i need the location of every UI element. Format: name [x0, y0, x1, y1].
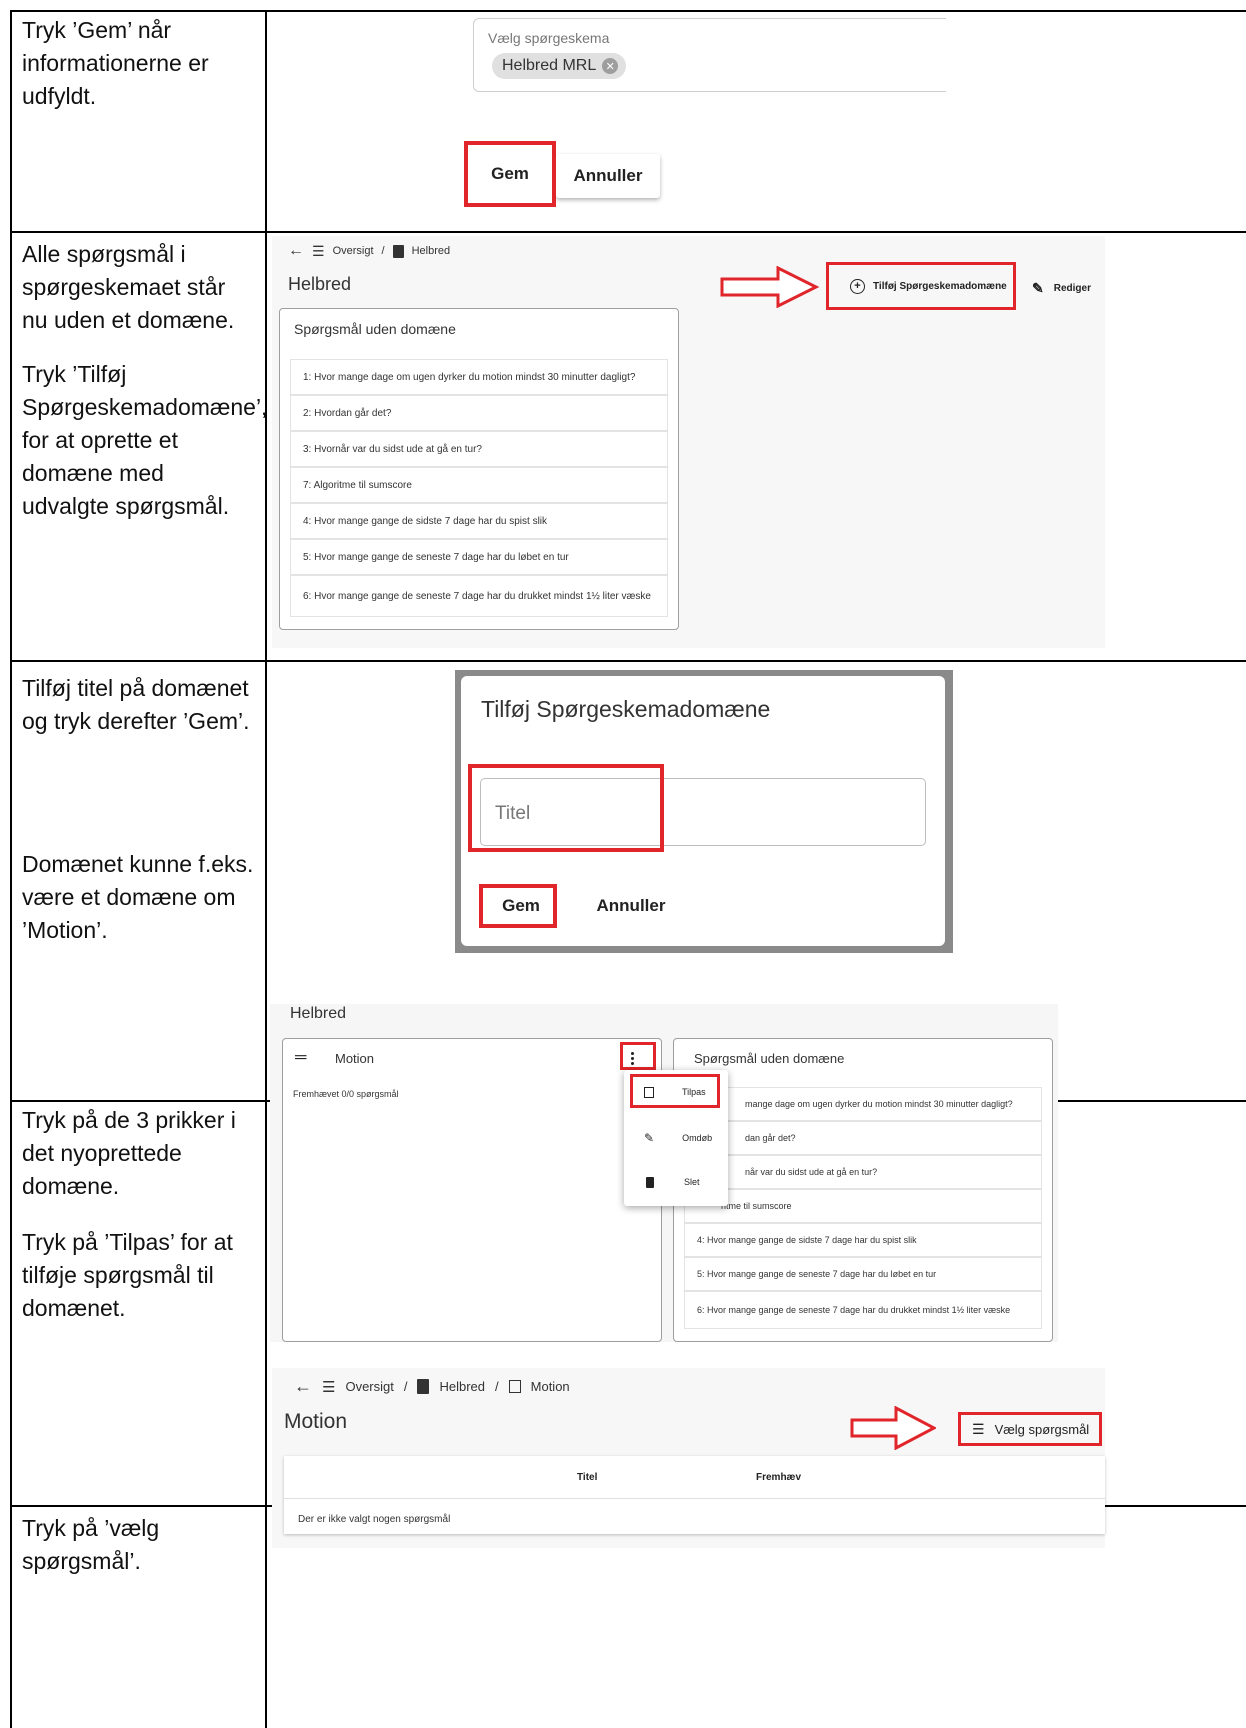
highlight-title-input [468, 764, 664, 852]
field-label: Vælg spørgeskema [488, 30, 610, 46]
card-title: Spørgsmål uden domæne [694, 1051, 845, 1066]
questions-table: Titel Fremhæv Der er ikke valgt nogen sp… [284, 1456, 1105, 1534]
trash-icon [646, 1176, 654, 1188]
highlight-more-button [620, 1042, 656, 1070]
checklist-icon [508, 1380, 521, 1393]
question-row[interactable]: når var du sidst ude at gå en tur? [684, 1155, 1042, 1189]
highlight-dialog-save [479, 884, 557, 928]
menu-label-slet: Slet [684, 1177, 700, 1187]
breadcrumb-oversigt[interactable]: Oversigt [333, 245, 374, 257]
table-divider [284, 1498, 1105, 1499]
breadcrumb-separator: / [381, 245, 385, 257]
red-arrow-icon [850, 1406, 936, 1450]
question-row[interactable]: 5: Hvor mange gange de seneste 7 dage ha… [290, 539, 668, 575]
empty-message: Der er ikke valgt nogen spørgsmål [298, 1514, 451, 1525]
screenshot-domain-page: ← ☰ Oversigt / Helbred / Motion Motion ☰… [272, 1368, 1105, 1548]
highlight-tilpas [630, 1074, 720, 1108]
breadcrumb-helbred[interactable]: Helbred [439, 1379, 485, 1394]
page-title: Motion [284, 1410, 348, 1433]
menu-item-omdob[interactable]: ✎ Omdøb [634, 1126, 722, 1150]
column-header-title: Titel [577, 1472, 598, 1483]
dialog-title: Tilføj Spørgeskemadomæne [481, 696, 771, 722]
red-arrow-icon [720, 266, 820, 308]
question-row[interactable]: ritme til sumscore [684, 1189, 1042, 1223]
close-circle-icon[interactable]: ✕ [602, 58, 619, 74]
column-header-highlight: Fremhæv [756, 1472, 802, 1483]
breadcrumb-motion[interactable]: Motion [531, 1379, 570, 1394]
arrow-left-icon[interactable]: ← [294, 1376, 312, 1397]
questionnaire-select-field[interactable]: Vælg spørgeskema Helbred MRL ✕ [473, 18, 946, 92]
question-row[interactable]: 2: Hvordan går det? [290, 395, 668, 431]
row4-instruction: Tryk på de 3 prikker i det nyoprettede d… [22, 1107, 243, 1199]
question-row[interactable]: 7: Algoritme til sumscore [290, 467, 668, 503]
breadcrumb-separator: / [495, 1379, 499, 1394]
question-row[interactable]: dan går det? [684, 1121, 1042, 1155]
question-row[interactable]: 4: Hvor mange gange de sidste 7 dage har… [290, 503, 668, 539]
drag-handle-icon[interactable]: ═ [295, 1049, 306, 1067]
screenshot-questionnaire: ← ☰ Oversigt / Helbred Helbred + Tilføj … [272, 236, 1105, 648]
breadcrumb: ← ☰ Oversigt / Helbred / Motion [294, 1376, 570, 1397]
row3-instruction-2: Domænet kunne f.eks. være et domæne om ’… [22, 851, 260, 943]
page-title: Helbred [288, 274, 352, 294]
chip-label: Helbred MRL [502, 57, 597, 74]
pencil-icon: ✎ [1032, 280, 1044, 296]
column-divider [265, 10, 267, 1728]
breadcrumb-helbred[interactable]: Helbred [412, 245, 451, 257]
highlight-count: Fremhævet 0/0 spørgsmål [293, 1089, 399, 1099]
row-divider-1 [10, 231, 1246, 233]
highlight-add-domain [826, 262, 1016, 310]
question-row[interactable]: mange dage om ugen dyrker du motion mind… [684, 1087, 1042, 1121]
breadcrumb-oversigt[interactable]: Oversigt [345, 1379, 393, 1394]
document-icon [417, 1379, 430, 1394]
row-divider-2 [10, 660, 1246, 662]
highlight-choose-questions [958, 1412, 1102, 1446]
row2-instruction-2: Tryk ’Tilføj Spørgeskemadomæne’, for at … [22, 361, 274, 519]
document-icon [392, 244, 404, 258]
breadcrumb-separator: / [403, 1379, 408, 1394]
cancel-button[interactable]: Annuller [556, 154, 660, 198]
list-icon: ☰ [322, 1378, 336, 1396]
screenshot-add-domain-dialog: Tilføj Spørgeskemadomæne Titel Gem Annul… [455, 670, 953, 953]
pencil-icon: ✎ [644, 1131, 655, 1145]
table-border-top [10, 10, 1246, 12]
row4-instruction-2: Tryk på ’Tilpas’ for at tilføje spørgsmå… [22, 1229, 240, 1321]
dialog-cancel-button[interactable]: Annuller [583, 889, 679, 923]
menu-item-slet[interactable]: Slet [634, 1170, 722, 1194]
screenshot-domain-menu: Helbred ═ Motion Fremhævet 0/0 spørgsmål… [270, 1004, 1058, 1342]
row2-instruction: Alle spørgsmål i spørgeskemaet står nu u… [22, 241, 235, 333]
question-row[interactable]: 6: Hvor mange gange de seneste 7 dage ha… [290, 575, 668, 617]
domain-name: Motion [335, 1051, 375, 1066]
questionnaire-chip: Helbred MRL ✕ [492, 53, 627, 79]
question-row[interactable]: 6: Hvor mange gange de seneste 7 dage ha… [684, 1291, 1042, 1329]
question-row[interactable]: 3: Hvornår var du sidst ude at gå en tur… [290, 431, 668, 467]
highlight-save [464, 141, 556, 207]
row1-instruction: Tryk ’Gem’ når informationerne er udfyld… [22, 17, 216, 109]
list-icon: ☰ [312, 242, 325, 259]
unassigned-questions-card: Spørgsmål uden domæne mange dage om ugen… [673, 1038, 1053, 1342]
domain-card-motion: ═ Motion Fremhævet 0/0 spørgsmål [282, 1038, 662, 1342]
edit-label: Rediger [1053, 283, 1091, 294]
unassigned-questions-card: Spørgsmål uden domæne 1: Hvor mange dage… [279, 308, 679, 630]
row5-instruction: Tryk på ’vælg spørgsmål’. [22, 1515, 166, 1574]
question-row[interactable]: 5: Hvor mange gange de seneste 7 dage ha… [684, 1257, 1042, 1291]
arrow-left-icon[interactable]: ← [288, 242, 304, 260]
table-border-left [10, 10, 12, 1728]
edit-button[interactable]: ✎ Rediger [1032, 280, 1091, 297]
row3-instruction: Tilføj titel på domænet og tryk derefter… [22, 675, 256, 734]
menu-label-omdob: Omdøb [682, 1133, 713, 1143]
question-row[interactable]: 1: Hvor mange dage om ugen dyrker du mot… [290, 359, 668, 395]
card-title: Spørgsmål uden domæne [294, 321, 456, 337]
page-title: Helbred [290, 1005, 347, 1022]
question-row[interactable]: 4: Hvor mange gange de sidste 7 dage har… [684, 1223, 1042, 1257]
breadcrumb: ← ☰ Oversigt / Helbred [288, 242, 450, 260]
